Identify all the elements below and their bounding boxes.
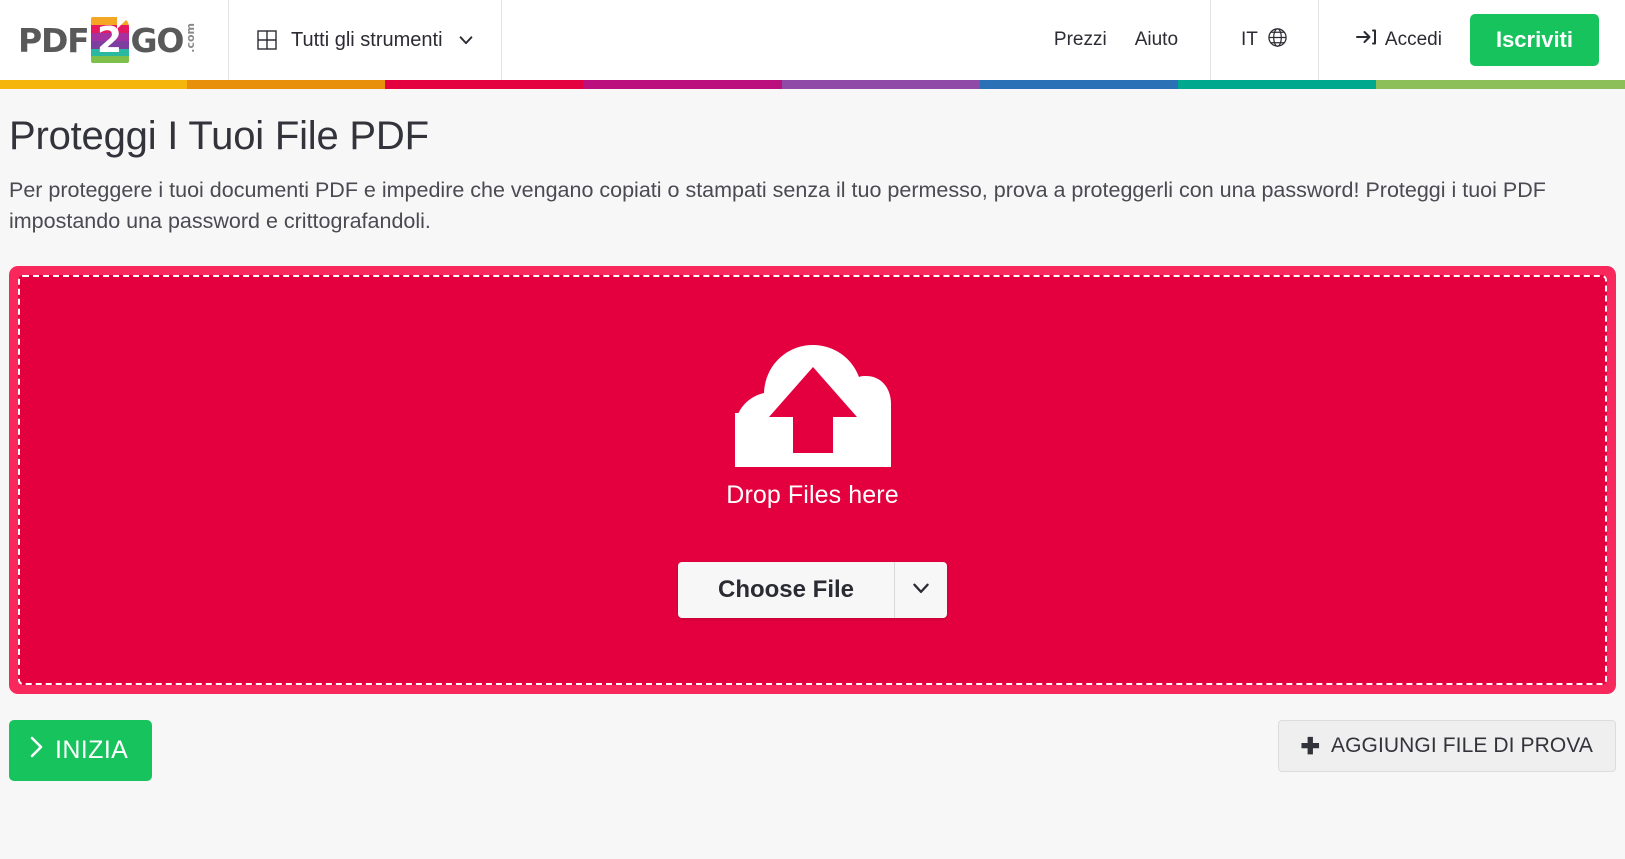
color-stripe-segment	[781, 80, 980, 89]
login-label: Accedi	[1384, 29, 1442, 50]
color-stripe-segment	[385, 80, 584, 89]
language-label: IT	[1241, 29, 1258, 50]
dropzone-inner[interactable]: Drop Files here Choose File	[18, 275, 1607, 686]
add-sample-file-label: AGGIUNGI FILE DI PROVA	[1330, 734, 1593, 758]
start-button[interactable]: INIZIA	[9, 720, 153, 782]
dropzone[interactable]: Drop Files here Choose File	[9, 266, 1616, 695]
pdf2go-logo[interactable]: PDF 2 GO .com	[18, 17, 198, 63]
nav-link-pricing[interactable]: Prezzi	[1054, 29, 1107, 51]
page-title: Proteggi I Tuoi File PDF	[9, 114, 429, 158]
nav-link-help[interactable]: Aiuto	[1135, 29, 1178, 51]
color-stripe-bar	[0, 80, 1625, 89]
language-selector[interactable]: IT	[1211, 0, 1318, 80]
logo-text-go: GO	[130, 20, 185, 60]
account-actions: Accedi Iscriviti	[1319, 0, 1625, 80]
all-tools-label: Tutti gli strumenti	[291, 28, 443, 51]
drop-files-text: Drop Files here	[726, 480, 899, 509]
choose-file-dropdown-button[interactable]	[895, 561, 948, 618]
color-stripe-segment	[1178, 80, 1377, 89]
add-sample-file-button[interactable]: ✚ AGGIUNGI FILE DI PROVA	[1277, 720, 1616, 773]
color-stripe-segment	[186, 80, 386, 89]
action-bar: INIZIA ✚ AGGIUNGI FILE DI PROVA	[9, 720, 1616, 782]
chevron-down-icon	[910, 577, 932, 602]
start-button-label: INIZIA	[55, 736, 129, 765]
login-arrow-icon	[1355, 27, 1377, 53]
color-stripe-segment	[0, 80, 187, 89]
chevron-right-icon	[27, 734, 47, 767]
site-header: PDF 2 GO .com Tutti gli strumenti Prezzi…	[0, 0, 1625, 80]
all-tools-menu[interactable]: Tutti gli strumenti	[229, 0, 501, 80]
logo-text-com: .com	[184, 23, 198, 53]
signup-button[interactable]: Iscriviti	[1469, 14, 1599, 66]
header-spacer	[502, 0, 1054, 80]
header-nav-links: Prezzi Aiuto	[1054, 0, 1210, 80]
logo-document-icon: 2	[90, 17, 129, 63]
logo-text-pdf: PDF	[18, 20, 90, 60]
color-stripe-segment	[583, 80, 782, 89]
choose-file-button[interactable]: Choose File	[677, 561, 895, 618]
login-button[interactable]: Accedi	[1355, 27, 1442, 53]
plus-icon: ✚	[1300, 732, 1320, 759]
choose-file-group: Choose File	[677, 561, 948, 618]
main-content: Proteggi I Tuoi File PDF Per proteggere …	[0, 111, 1625, 782]
cloud-upload-icon	[733, 343, 893, 469]
color-stripe-segment	[979, 80, 1179, 89]
color-stripe-segment	[1376, 80, 1625, 89]
page-description: Per proteggere i tuoi documenti PDF e im…	[9, 178, 1546, 233]
globe-icon	[1267, 27, 1288, 53]
logo-container: PDF 2 GO .com	[0, 0, 228, 80]
chevron-down-icon	[457, 31, 475, 49]
logo-badge-2: 2	[97, 20, 123, 61]
grid-icon	[257, 30, 277, 50]
